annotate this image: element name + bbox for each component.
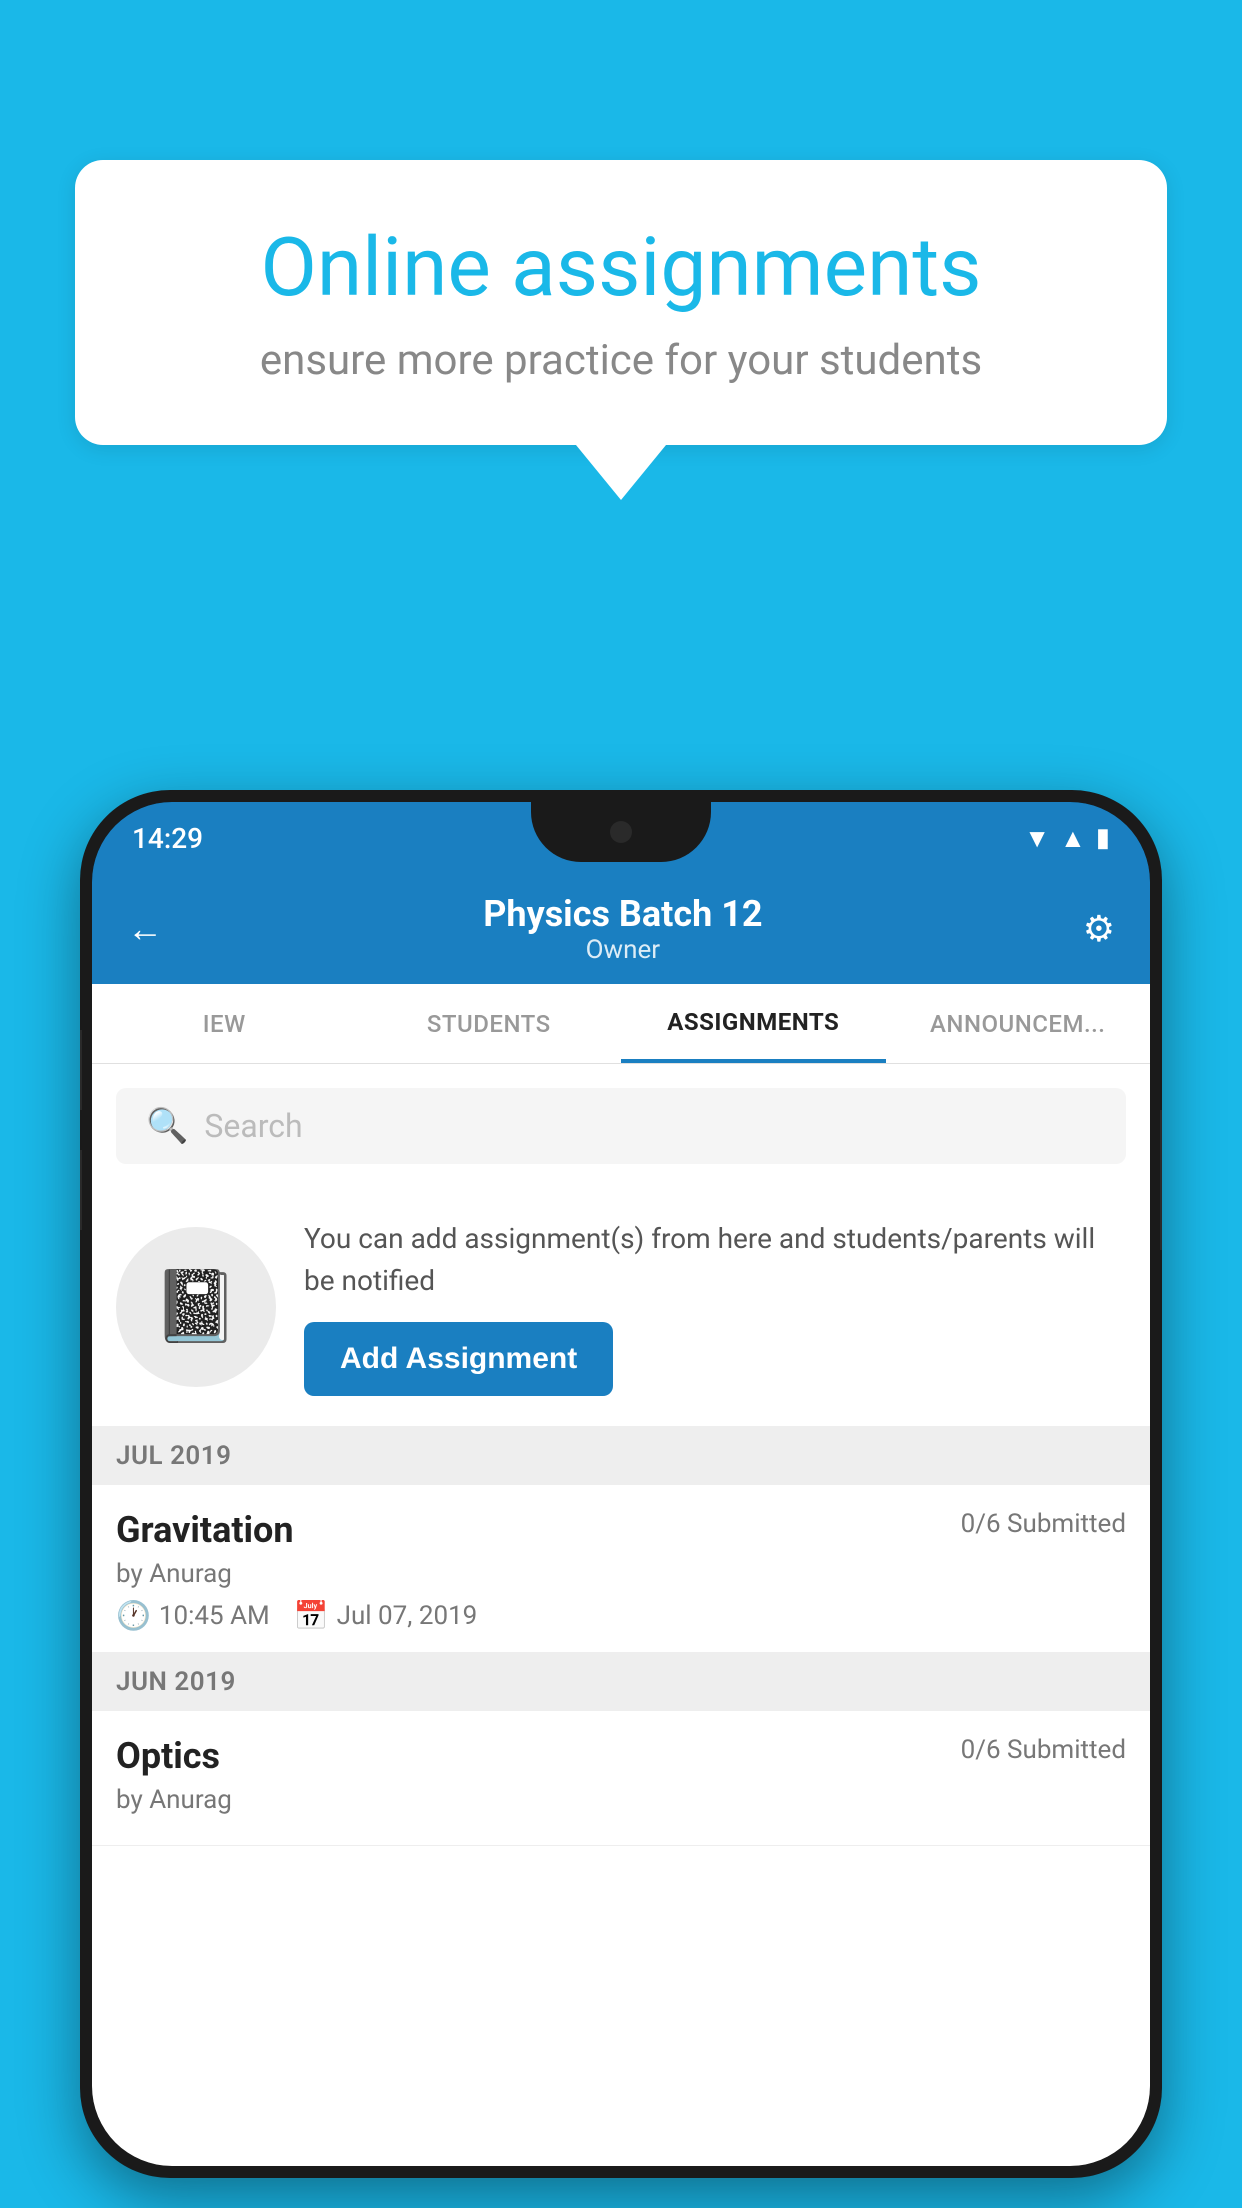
speech-bubble-subtitle: ensure more practice for your students <box>145 336 1097 385</box>
phone-notch <box>531 802 711 862</box>
front-camera <box>610 821 632 843</box>
volume-up-button <box>80 1030 82 1110</box>
submitted-count-optics: 0/6 Submitted <box>961 1735 1126 1765</box>
time-info: 🕐 10:45 AM <box>116 1599 270 1632</box>
assignment-row1: Gravitation 0/6 Submitted <box>116 1509 1126 1551</box>
assignment-gravitation[interactable]: Gravitation 0/6 Submitted by Anurag 🕐 10… <box>92 1485 1150 1653</box>
tab-bar: IEW STUDENTS ASSIGNMENTS ANNOUNCEM... <box>92 984 1150 1064</box>
batch-title: Physics Batch 12 <box>483 893 762 935</box>
volume-down-button <box>80 1150 82 1230</box>
phone-frame: 14:29 ▼ ▲ ▮ ← Physics Batch 12 Owner ⚙ I… <box>80 790 1162 2178</box>
section-jul-2019: JUL 2019 <box>92 1427 1150 1485</box>
phone-screen: 14:29 ▼ ▲ ▮ ← Physics Batch 12 Owner ⚙ I… <box>92 802 1150 2166</box>
power-button <box>1160 1110 1162 1250</box>
signal-icon: ▲ <box>1060 823 1086 854</box>
assignment-name-gravitation: Gravitation <box>116 1509 294 1551</box>
submitted-count-gravitation: 0/6 Submitted <box>961 1509 1126 1539</box>
promo-text-area: You can add assignment(s) from here and … <box>304 1218 1126 1396</box>
speech-bubble-title: Online assignments <box>145 220 1097 316</box>
calendar-icon: 📅 <box>294 1599 329 1632</box>
promo-description: You can add assignment(s) from here and … <box>304 1218 1126 1302</box>
tab-assignments[interactable]: ASSIGNMENTS <box>621 984 886 1063</box>
section-jun-2019: JUN 2019 <box>92 1653 1150 1711</box>
promo-box: 📓 You can add assignment(s) from here an… <box>92 1188 1150 1427</box>
status-time: 14:29 <box>132 822 203 855</box>
assignment-author-optics: by Anurag <box>116 1785 1126 1815</box>
content-area: 🔍 Search 📓 You can add assignment(s) fro… <box>92 1064 1150 2166</box>
back-button[interactable]: ← <box>127 908 163 950</box>
app-header: ← Physics Batch 12 Owner ⚙ <box>92 874 1150 984</box>
assignment-name-optics: Optics <box>116 1735 220 1777</box>
speech-bubble: Online assignments ensure more practice … <box>75 160 1167 445</box>
assignment-optics[interactable]: Optics 0/6 Submitted by Anurag <box>92 1711 1150 1846</box>
clock-icon: 🕐 <box>116 1599 151 1632</box>
search-placeholder: Search <box>204 1107 302 1145</box>
search-bar[interactable]: 🔍 Search <box>116 1088 1126 1164</box>
search-icon: 🔍 <box>146 1106 188 1146</box>
notebook-icon: 📓 <box>152 1266 239 1348</box>
settings-button[interactable]: ⚙ <box>1083 908 1115 950</box>
tab-iew[interactable]: IEW <box>92 984 357 1063</box>
add-assignment-button[interactable]: Add Assignment <box>304 1322 613 1396</box>
status-icons: ▼ ▲ ▮ <box>1024 823 1110 854</box>
speech-bubble-container: Online assignments ensure more practice … <box>75 160 1167 500</box>
owner-label: Owner <box>483 935 762 965</box>
assignment-datetime-gravitation: 🕐 10:45 AM 📅 Jul 07, 2019 <box>116 1599 1126 1632</box>
date-info: 📅 Jul 07, 2019 <box>294 1599 478 1632</box>
promo-icon-circle: 📓 <box>116 1227 276 1387</box>
header-title-area: Physics Batch 12 Owner <box>483 893 762 965</box>
wifi-icon: ▼ <box>1024 823 1050 854</box>
assignment-time: 10:45 AM <box>159 1601 270 1631</box>
assignment-author-gravitation: by Anurag <box>116 1559 1126 1589</box>
tab-students[interactable]: STUDENTS <box>357 984 622 1063</box>
speech-bubble-tail <box>576 445 666 500</box>
battery-icon: ▮ <box>1096 823 1110 853</box>
tab-announcements[interactable]: ANNOUNCEM... <box>886 984 1151 1063</box>
assignment-row1-optics: Optics 0/6 Submitted <box>116 1735 1126 1777</box>
assignment-date: Jul 07, 2019 <box>337 1601 478 1631</box>
